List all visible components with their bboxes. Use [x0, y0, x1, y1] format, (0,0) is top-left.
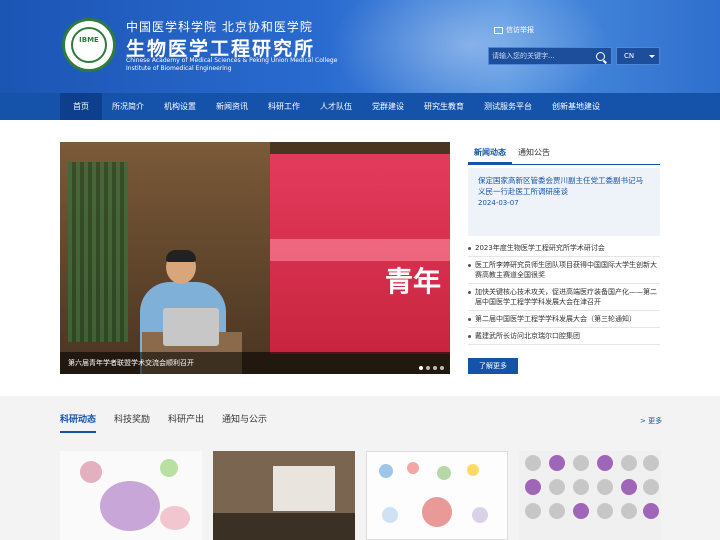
search-icon[interactable]	[596, 51, 605, 61]
featured-news[interactable]: 保定国家高新区管委会贾川副主任党工委副书记马义民一行赴医工所调研座谈 2024-…	[468, 168, 660, 236]
nav-item-party[interactable]: 党群建设	[362, 93, 414, 120]
list-item[interactable]: 加快关键核心技术攻关，促进高端医疗装备国产化——第二届中国医学工程学学科发展大会…	[468, 284, 660, 311]
carousel-dot[interactable]	[440, 366, 444, 370]
tab-awards[interactable]: 科技奖励	[114, 412, 150, 433]
nav-item-organization[interactable]: 机构设置	[154, 93, 206, 120]
logo-text: IBME	[79, 36, 99, 44]
carousel-dot[interactable]	[419, 366, 423, 370]
institute-name-en-1: Chinese Academy of Medical Sciences & Pe…	[126, 57, 338, 64]
featured-news-date: 2024-03-07	[478, 199, 519, 207]
nav-item-home[interactable]: 首页	[60, 93, 102, 120]
list-item[interactable]: 2023年度生物医学工程研究所学术研讨会	[468, 240, 660, 257]
research-thumbnail[interactable]	[519, 451, 661, 540]
research-tabs: 科研动态 科技奖励 科研产出 通知与公示	[60, 412, 267, 433]
mail-label: 信访举报	[506, 26, 534, 34]
more-link[interactable]: > 更多	[640, 416, 662, 426]
tab-notices[interactable]: 通知公告	[512, 143, 556, 164]
tab-research-news[interactable]: 科研动态	[60, 412, 97, 433]
nav-item-graduate[interactable]: 研究生教育	[414, 93, 474, 120]
tab-output[interactable]: 科研产出	[168, 412, 204, 433]
language-select[interactable]: CN	[616, 47, 660, 65]
nav-item-research[interactable]: 科研工作	[258, 93, 310, 120]
banner-carousel[interactable]: 青年 第六届青年学者联盟学术交流会顺利召开	[60, 142, 450, 374]
tab-news[interactable]: 新闻动态	[468, 143, 512, 164]
research-thumbnail[interactable]	[213, 451, 355, 540]
nav-item-overview[interactable]: 所况简介	[102, 93, 154, 120]
carousel-dots	[419, 366, 444, 370]
nav-item-talent[interactable]: 人才队伍	[310, 93, 362, 120]
banner-screen-text: 青年	[385, 265, 442, 298]
list-item[interactable]: 医工所李婷研究员师生团队项目获得中国国际大学生创新大赛高教主赛道全国很奖	[468, 257, 660, 284]
news-tabs: 新闻动态 通知公告	[468, 143, 660, 165]
banner-screen	[270, 154, 450, 354]
news-list: 2023年度生物医学工程研究所学术研讨会 医工所李婷研究员师生团队项目获得中国国…	[468, 240, 660, 345]
search-input[interactable]: 请输入您的关键字...	[489, 51, 596, 61]
search-box[interactable]: 请输入您的关键字...	[488, 47, 612, 65]
tab-announcements[interactable]: 通知与公示	[222, 412, 267, 433]
list-item[interactable]: 第二届中国医学工程学学科发展大会（第三轮通知）	[468, 311, 660, 328]
mail-icon	[494, 26, 503, 34]
language-value: CN	[624, 52, 635, 60]
list-item[interactable]: 戴建武所长访问北京瑞尔口腔集团	[468, 328, 660, 345]
carousel-dot[interactable]	[426, 366, 430, 370]
nav-item-news[interactable]: 新闻资讯	[206, 93, 258, 120]
main-nav: 首页 所况简介 机构设置 新闻资讯 科研工作 人才队伍 党群建设 研究生教育 测…	[0, 93, 720, 120]
school-name: 中国医学科学院 北京协和医学院	[126, 20, 313, 34]
chevron-down-icon	[649, 55, 655, 58]
nav-item-testing[interactable]: 测试服务平台	[474, 93, 542, 120]
featured-news-title[interactable]: 保定国家高新区管委会贾川副主任党工委副书记马义民一行赴医工所调研座谈	[478, 175, 650, 197]
banner-caption[interactable]: 第六届青年学者联盟学术交流会顺利召开	[60, 352, 450, 374]
carousel-dot[interactable]	[433, 366, 437, 370]
research-thumbnail[interactable]	[366, 451, 508, 540]
research-thumbnail[interactable]	[60, 451, 202, 540]
learn-more-button[interactable]: 了解更多	[468, 358, 518, 374]
site-header: IBME 中国医学科学院 北京协和医学院 生物医学工程研究所 Chinese A…	[0, 0, 720, 93]
mail-link[interactable]: 信访举报	[494, 25, 534, 35]
institute-name-en-2: Institute of Biomedical Engineering	[126, 65, 232, 72]
nav-item-innovation[interactable]: 创新基地建设	[542, 93, 610, 120]
institute-logo[interactable]: IBME	[62, 18, 116, 72]
